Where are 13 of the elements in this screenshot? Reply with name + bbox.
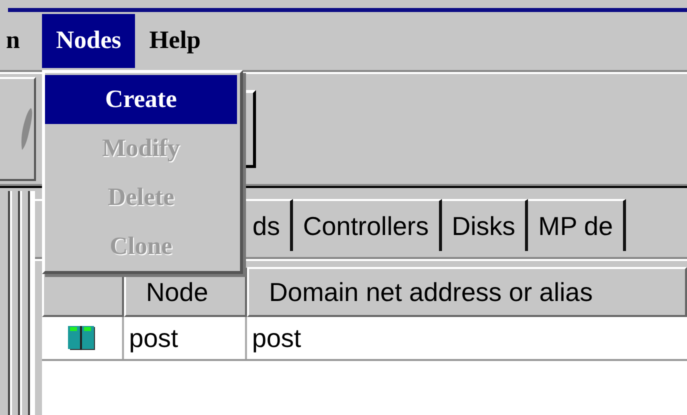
tab[interactable]: MP de xyxy=(528,199,626,251)
server-icon xyxy=(67,325,97,351)
stroke-icon xyxy=(20,106,34,152)
menu-item[interactable]: Create xyxy=(45,75,237,124)
menu-item[interactable]: Nodes xyxy=(42,14,136,68)
table-cell: post xyxy=(124,317,247,359)
menu-item[interactable]: Help xyxy=(135,14,215,68)
menu-item[interactable]: n xyxy=(0,14,42,68)
tab[interactable]: Controllers xyxy=(293,199,442,251)
table-cell-text: post xyxy=(251,322,302,354)
tab[interactable]: Disks xyxy=(442,199,528,251)
column-header[interactable]: Domain net address or alias xyxy=(247,267,687,317)
toolbar-button[interactable] xyxy=(0,77,36,181)
